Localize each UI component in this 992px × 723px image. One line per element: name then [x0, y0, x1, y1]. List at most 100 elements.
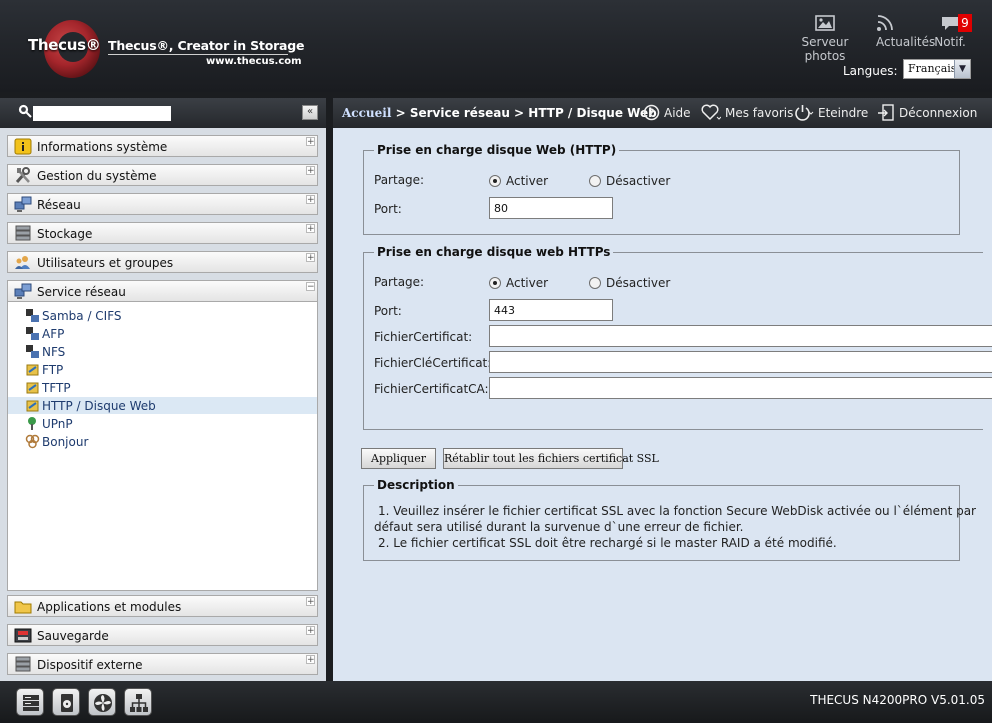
thecus-logo: Thecus® Thecus®, Creator in Storage www.…: [22, 18, 305, 82]
submenu-item-nfs[interactable]: NFS: [8, 343, 317, 360]
chat-bubble-icon: [942, 17, 958, 30]
expand-icon[interactable]: +: [306, 655, 315, 665]
logout-button[interactable]: Déconnexion: [877, 104, 977, 121]
https-disable-label[interactable]: Désactiver: [606, 276, 670, 290]
sidebar-item-applications-modules[interactable]: Applications et modules +: [7, 595, 318, 617]
expand-icon[interactable]: +: [306, 137, 315, 147]
main-content: Prise en charge disque Web (HTTP) Partag…: [333, 128, 992, 681]
fan-icon: [94, 694, 112, 712]
https-disable-radio[interactable]: [589, 277, 601, 289]
sidebar-item-external-device[interactable]: Dispositif externe +: [7, 653, 318, 675]
description-line-2: défaut sera utilisé durant la survenue d…: [374, 520, 744, 534]
certificate-key-input[interactable]: [489, 351, 992, 373]
submenu-item-samba[interactable]: Samba / CIFS: [8, 307, 317, 324]
https-port-input[interactable]: [489, 299, 613, 321]
server-icon: [23, 695, 39, 711]
breadcrumb-path: > Service réseau > HTTP / Disque Web: [391, 106, 657, 120]
expand-icon[interactable]: +: [306, 597, 315, 607]
shutdown-label: Eteindre: [818, 106, 869, 120]
submenu-item-ftp[interactable]: FTP: [8, 361, 317, 378]
certificate-ca-input[interactable]: [489, 377, 992, 399]
tftp-icon: [26, 382, 39, 394]
submenu-item-bonjour[interactable]: Bonjour: [8, 433, 317, 450]
upnp-icon: [28, 417, 36, 430]
expand-icon[interactable]: +: [306, 166, 315, 176]
users-icon: [15, 256, 30, 269]
app-footer: THECUS N4200PRO V5.01.05: [0, 681, 992, 723]
language-select[interactable]: Français ▼: [903, 59, 971, 79]
sidebar-item-label: Sauvegarde: [37, 629, 109, 643]
favorites-button[interactable]: Mes favoris: [701, 104, 793, 121]
http-disable-radio[interactable]: [589, 175, 601, 187]
news-link[interactable]: Actualités: [876, 14, 936, 49]
submenu-item-label: NFS: [42, 345, 66, 359]
submenu-item-upnp[interactable]: UPnP: [8, 415, 317, 432]
fan-status-button[interactable]: [88, 688, 116, 716]
logo-brand: Thecus®: [28, 36, 101, 54]
https-enable-label[interactable]: Activer: [506, 276, 548, 290]
submenu-item-label: HTTP / Disque Web: [42, 399, 156, 413]
logout-icon: [878, 104, 894, 121]
sidebar-item-users-groups[interactable]: Utilisateurs et groupes +: [7, 251, 318, 273]
network-service-submenu: Samba / CIFS AFP NFS FTP TFTP HTTP / Dis…: [7, 302, 318, 591]
svg-text:?: ?: [648, 107, 654, 120]
shutdown-button[interactable]: Eteindre: [794, 104, 868, 121]
expand-icon[interactable]: +: [306, 195, 315, 205]
sidebar-item-network[interactable]: Réseau +: [7, 193, 318, 215]
restore-ssl-certificates-button[interactable]: Rétablir tout les fichiers certificat SS…: [443, 448, 659, 469]
samba-icon: [26, 309, 39, 322]
server-status-button[interactable]: [16, 688, 44, 716]
description-line-1: 1. Veuillez insérer le fichier certifica…: [378, 504, 976, 518]
collapse-sidebar-button[interactable]: «: [302, 105, 318, 120]
submenu-item-http-webdisk[interactable]: HTTP / Disque Web: [8, 397, 317, 414]
search-input[interactable]: [33, 106, 171, 121]
chevron-down-icon[interactable]: ▼: [954, 60, 970, 78]
tools-icon: [15, 167, 30, 183]
sidebar-item-label: Stockage: [37, 227, 93, 241]
https-enable-radio[interactable]: [489, 277, 501, 289]
certificate-file-input[interactable]: [489, 325, 992, 347]
expand-icon[interactable]: +: [306, 224, 315, 234]
disk-icon: [61, 694, 73, 712]
network-service-icon: [14, 283, 32, 299]
submenu-item-afp[interactable]: AFP: [8, 325, 317, 342]
apply-button[interactable]: Appliquer: [361, 448, 436, 469]
power-icon: [795, 105, 814, 121]
logo-url: www.thecus.com: [206, 56, 302, 67]
http-section-title: Prise en charge disque Web (HTTP): [377, 143, 617, 157]
collapse-icon[interactable]: −: [306, 282, 315, 292]
http-port-input[interactable]: [489, 197, 613, 219]
http-enable-radio[interactable]: [489, 175, 501, 187]
http-port-label: Port:: [374, 202, 402, 216]
heart-icon: [701, 104, 722, 121]
folder-icon: [14, 601, 32, 614]
news-label: Actualités: [876, 35, 936, 49]
network-status-button[interactable]: [124, 688, 152, 716]
sidebar-item-label: Service réseau: [37, 285, 126, 299]
submenu-item-tftp[interactable]: TFTP: [8, 379, 317, 396]
sidebar-item-system-management[interactable]: Gestion du système +: [7, 164, 318, 186]
photo-server-label: Serveur photos: [801, 35, 849, 63]
sidebar-item-label: Utilisateurs et groupes: [37, 256, 174, 270]
breadcrumb-home-link[interactable]: Accueil: [342, 106, 391, 120]
search-icon: [18, 104, 32, 118]
submenu-item-label: AFP: [42, 327, 65, 341]
help-button[interactable]: ? Aide: [643, 104, 691, 121]
expand-icon[interactable]: +: [306, 253, 315, 263]
nfs-icon: [26, 345, 39, 358]
sidebar-item-network-service[interactable]: Service réseau −: [7, 280, 318, 302]
photo-server-link[interactable]: Serveur photos: [782, 14, 868, 63]
breadcrumb: Accueil > Service réseau > HTTP / Disque…: [342, 106, 657, 120]
storage-icon: [15, 225, 31, 241]
network-icon: [14, 196, 32, 212]
http-enable-label[interactable]: Activer: [506, 174, 548, 188]
info-icon: [14, 138, 32, 155]
sidebar-item-storage[interactable]: Stockage +: [7, 222, 318, 244]
submenu-item-label: FTP: [42, 363, 64, 377]
expand-icon[interactable]: +: [306, 626, 315, 636]
disk-status-button[interactable]: [52, 688, 80, 716]
logout-label: Déconnexion: [899, 106, 978, 120]
sidebar-item-system-info[interactable]: Informations système +: [7, 135, 318, 157]
http-disable-label[interactable]: Désactiver: [606, 174, 670, 188]
sidebar-item-backup[interactable]: Sauvegarde +: [7, 624, 318, 646]
